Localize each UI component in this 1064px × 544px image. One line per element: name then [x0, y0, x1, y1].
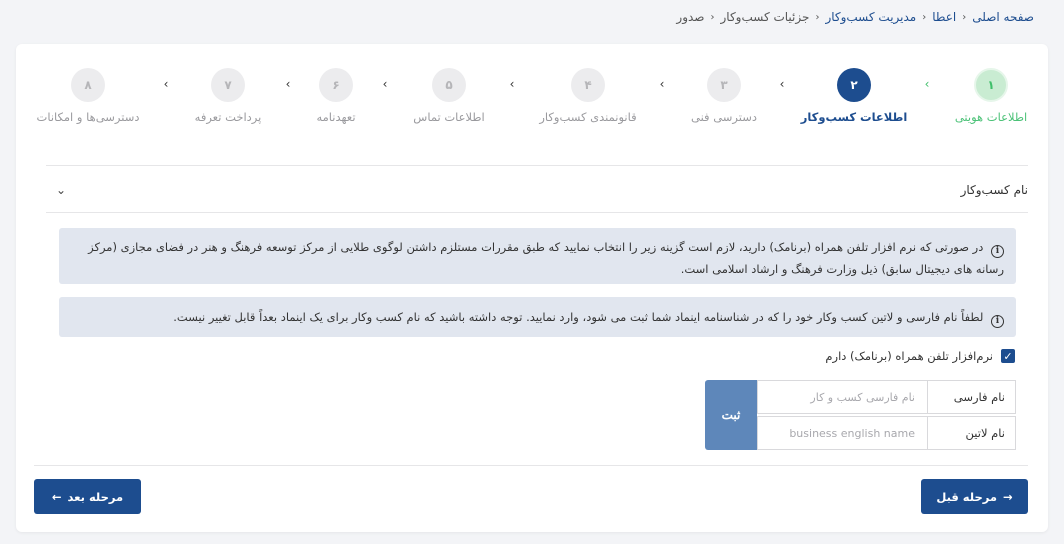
persian-name-row: نام فارسی	[757, 380, 1016, 414]
divider	[34, 465, 1028, 466]
step-number: ۷	[211, 68, 245, 102]
step-label: دسترسی‌ها و امکانات	[36, 110, 140, 124]
breadcrumb-grant[interactable]: اعطا	[932, 10, 956, 24]
info-box-business-name: i لطفاً نام فارسی و لاتین کسب وکار خود ر…	[59, 297, 1016, 337]
previous-step-button[interactable]: → مرحله قبل	[921, 479, 1028, 514]
breadcrumb: صفحه اصلی ‹ اعطا ‹ مدیریت کسب‌وکار ‹ جزئ…	[676, 10, 1034, 24]
info-icon: i	[991, 244, 1004, 258]
breadcrumb-business-management[interactable]: مدیریت کسب‌وکار	[825, 10, 916, 24]
section-title: نام کسب‌وکار	[960, 182, 1028, 197]
submit-button[interactable]: ثبت	[705, 380, 757, 450]
stepper: ۱ اطلاعات هویتی › ۲ اطلاعات کسب‌وکار › ۳…	[16, 44, 1048, 144]
step-access-features[interactable]: ۸ دسترسی‌ها و امکانات	[8, 68, 168, 124]
mobile-app-checkbox-row[interactable]: ✓ نرم‌افزار تلفن همراه (برنامک) دارم	[825, 349, 1015, 363]
step-label: قانونمندی کسب‌وکار	[539, 110, 637, 124]
step-number: ۶	[319, 68, 353, 102]
chevron-down-icon[interactable]: ⌄	[56, 183, 66, 197]
step-label: پرداخت تعرفه	[194, 110, 262, 124]
step-legality[interactable]: ۴ قانونمندی کسب‌وکار	[508, 68, 668, 124]
mobile-app-checkbox[interactable]: ✓	[1001, 349, 1015, 363]
info-box-mobile-app: i در صورتی که نرم افزار تلفن همراه (برنا…	[59, 228, 1016, 284]
breadcrumb-issue: صدور	[676, 10, 705, 24]
previous-step-label: مرحله قبل	[936, 489, 998, 504]
step-label: اطلاعات تماس	[413, 110, 485, 124]
info-icon: i	[991, 314, 1004, 328]
chevron-left-icon: ‹	[710, 11, 715, 23]
latin-name-row: نام لاتین	[757, 416, 1016, 450]
step-number: ۵	[432, 68, 466, 102]
chevron-left-icon: ‹	[815, 11, 820, 23]
name-fields: نام فارسی نام لاتین	[757, 380, 1016, 450]
breadcrumb-business-details: جزئیات کسب‌وکار	[720, 10, 810, 24]
main-card: ۱ اطلاعات هویتی › ۲ اطلاعات کسب‌وکار › ۳…	[16, 44, 1048, 532]
step-label: تعهدنامه	[316, 110, 356, 124]
arrow-right-icon: →	[1003, 489, 1013, 504]
checkbox-label: نرم‌افزار تلفن همراه (برنامک) دارم	[825, 349, 993, 363]
latin-name-input[interactable]	[758, 417, 927, 449]
info-text: لطفاً نام فارسی و لاتین کسب وکار خود را …	[173, 310, 984, 324]
step-number: ۱	[974, 68, 1008, 102]
chevron-left-icon: ‹	[962, 11, 967, 23]
business-name-form: نام فارسی نام لاتین ثبت	[705, 380, 1016, 450]
next-step-button[interactable]: مرحله بعد ←	[34, 479, 141, 514]
step-number: ۴	[571, 68, 605, 102]
step-label: اطلاعات هویتی	[954, 110, 1028, 124]
chevron-left-icon: ‹	[922, 11, 927, 23]
persian-name-label: نام فارسی	[927, 381, 1015, 413]
step-label: دسترسی فنی	[691, 110, 758, 124]
latin-name-label: نام لاتین	[927, 417, 1015, 449]
divider	[46, 165, 1028, 166]
step-number: ۸	[71, 68, 105, 102]
step-number: ۲	[837, 68, 871, 102]
arrow-left-icon: ←	[51, 489, 62, 504]
info-text: در صورتی که نرم افزار تلفن همراه (برنامک…	[88, 240, 1004, 276]
breadcrumb-home[interactable]: صفحه اصلی	[972, 10, 1034, 24]
next-step-label: مرحله بعد	[67, 489, 124, 504]
step-label: اطلاعات کسب‌وکار	[800, 110, 908, 124]
business-name-section-header[interactable]: نام کسب‌وکار ⌄	[46, 167, 1028, 213]
persian-name-input[interactable]	[758, 381, 927, 413]
step-number: ۳	[707, 68, 741, 102]
